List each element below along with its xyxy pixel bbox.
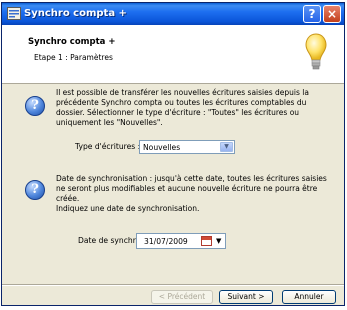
close-button[interactable]: ×	[323, 5, 341, 23]
cancel-button[interactable]: Annuler	[282, 290, 336, 304]
section1-text: Il est possible de transférer les nouvel…	[56, 88, 341, 128]
wizard-body: ? Il est possible de transférer les nouv…	[2, 84, 344, 274]
type-ecritures-select[interactable]: Nouvelles ▼	[139, 140, 235, 154]
lightbulb-icon	[305, 33, 327, 70]
text-line: Il est possible de transférer les nouvel…	[56, 88, 309, 97]
text-line: ne seront plus modifiables et aucune nou…	[56, 184, 318, 193]
app-icon	[7, 7, 21, 20]
chevron-down-icon[interactable]: ▼	[216, 237, 221, 245]
chevron-down-icon[interactable]: ▼	[220, 142, 233, 152]
screenshot-background: Synchro compta + ? × Synchro compta + Et…	[0, 0, 347, 310]
footer-divider	[2, 284, 344, 286]
window-title: Synchro compta +	[24, 8, 127, 19]
next-button[interactable]: Suivant >	[219, 290, 273, 304]
type-ecritures-value: Nouvelles	[143, 143, 181, 152]
question-icon: ?	[25, 180, 45, 203]
help-button[interactable]: ?	[303, 5, 321, 23]
text-line: précédente Synchro compta ou toutes les …	[56, 98, 307, 107]
question-icon: ?	[25, 96, 45, 119]
text-line: Date de synchronisation : jusqu'à cette …	[56, 174, 327, 183]
wizard-dialog: Synchro compta + ? × Synchro compta + Et…	[1, 2, 345, 306]
text-line: dossier. Sélectionner le type d'écriture…	[56, 108, 300, 117]
step-label: Etape 1 : Paramètres	[34, 53, 113, 62]
calendar-icon[interactable]	[201, 236, 212, 246]
type-ecritures-label: Type d'écritures :	[75, 142, 141, 151]
text-line: créée.	[56, 194, 80, 203]
header-title: Synchro compta +	[28, 37, 116, 47]
text-line: Indiquez une date de synchronisation.	[56, 204, 200, 213]
wizard-header: Synchro compta + Etape 1 : Paramètres	[2, 25, 344, 84]
previous-button[interactable]: < Précédent	[151, 290, 213, 304]
section2-text: Date de synchronisation : jusqu'à cette …	[56, 174, 344, 214]
date-synchro-picker[interactable]: 31/07/2009 ▼	[136, 233, 226, 249]
date-synchro-value[interactable]: 31/07/2009	[144, 237, 188, 246]
text-line: uniquement les "Nouvelles".	[56, 118, 163, 127]
title-bar[interactable]: Synchro compta + ? ×	[2, 3, 344, 25]
